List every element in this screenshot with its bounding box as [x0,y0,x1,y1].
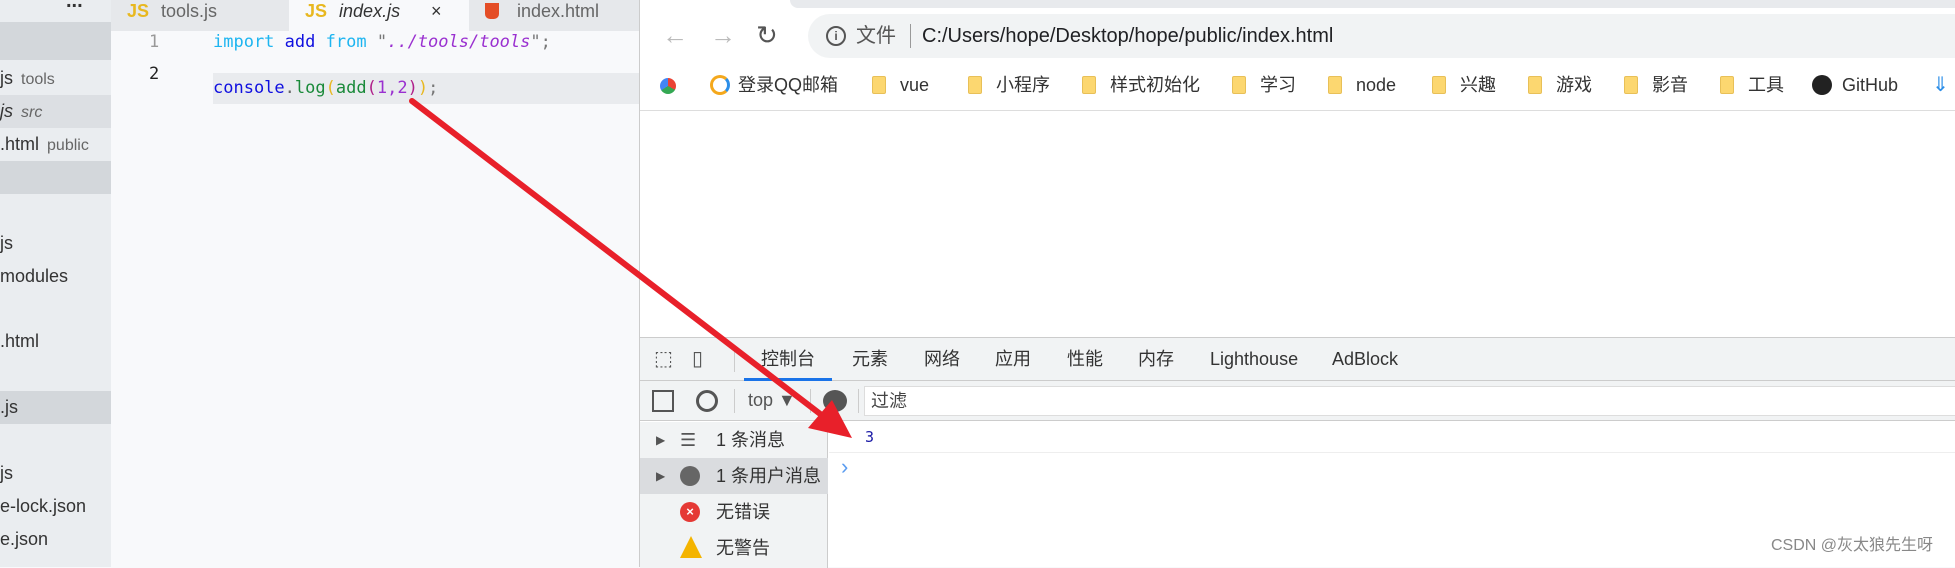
explorer-item[interactable]: .html public [0,128,111,161]
bookmark-folder[interactable]: 兴趣 [1432,68,1496,102]
explorer-item[interactable]: modules [0,260,111,293]
divider [910,24,911,48]
tab-strip [640,0,1955,8]
bookmark-folder[interactable]: 影音 [1624,68,1688,102]
folder-icon [872,76,886,94]
address-bar[interactable]: i 文件 C:/Users/hope/Desktop/hope/public/i… [808,14,1955,58]
bookmark-folder[interactable]: 小程序 [968,68,1050,102]
code-editor[interactable]: 1 2 import add from "../tools/tools"; co… [111,31,639,567]
device-toolbar-icon[interactable]: ▯ [692,338,703,381]
bookmark-overflow-icon[interactable]: ⇓ [1932,68,1949,102]
explorer-section-header[interactable] [0,161,111,194]
warning-icon [680,536,702,558]
bookmark-vue[interactable]: vue [872,68,929,102]
github-icon [1812,75,1832,95]
tab-performance[interactable]: 性能 [1067,338,1103,381]
tab-tools-js[interactable]: JS tools.js [111,0,289,31]
list-icon: ☰ [680,430,697,450]
back-button[interactable]: ← [662,20,688,51]
reload-button[interactable]: ↻ [756,20,778,51]
forward-button[interactable]: → [710,20,736,51]
browser-window: ← → ↻ i 文件 C:/Users/hope/Desktop/hope/pu… [639,0,1955,568]
explorer-item[interactable]: js src [0,95,111,128]
bookmark-qqmail[interactable]: 登录QQ邮箱 [710,68,838,102]
inspect-element-icon[interactable]: ⬚ [654,338,673,381]
context-selector[interactable]: top ▼ [748,390,796,411]
tab-network[interactable]: 网络 [924,338,960,381]
js-file-icon: JS [127,1,150,21]
devtools-tabs: ⬚ ▯ 控制台 元素 网络 应用 性能 内存 Lighthouse AdBloc… [640,338,1955,381]
url-text[interactable]: C:/Users/hope/Desktop/hope/public/index.… [922,14,1333,58]
bookmark-folder[interactable]: 游戏 [1528,68,1592,102]
explorer-item[interactable]: js tools [0,62,111,95]
line-number: 1 [149,32,160,52]
explorer-item[interactable]: .js [0,391,111,424]
bookmark-folder[interactable]: node [1328,68,1396,102]
clear-console-icon[interactable] [696,390,718,412]
console-sidebar: ▶ ☰ 1 条消息 ▶ 1 条用户消息 × 无错误 无警告 [640,422,828,568]
folder-icon [1082,76,1096,94]
live-expression-eye-icon[interactable] [823,390,847,412]
explorer-section-header[interactable] [0,22,111,60]
filter-input[interactable]: 过滤 [864,386,1955,416]
messages-filter[interactable]: ▶ ☰ 1 条消息 [640,422,828,458]
qqmail-icon [710,75,730,95]
explorer-item[interactable]: js [0,227,111,260]
html5-icon [485,3,499,19]
folder-icon [1720,76,1734,94]
bookmark-github[interactable]: GitHub [1812,68,1898,102]
more-actions-icon[interactable]: ... [66,0,83,13]
folder-icon [1624,76,1638,94]
user-icon [680,466,700,486]
explorer-item[interactable]: e.json [0,523,111,556]
folder-icon [1432,76,1446,94]
explorer-item[interactable]: js [0,457,111,490]
bookmark-folder[interactable]: 学习 [1232,68,1296,102]
bookmark-folder[interactable]: 工具 [1720,68,1784,102]
folder-icon [1328,76,1342,94]
file-explorer: js tools js src .html public js modules .ht… [0,0,111,567]
warnings-filter[interactable]: 无警告 [640,530,828,566]
close-icon[interactable]: × [431,0,442,22]
console-message: 3 [829,422,1955,453]
security-label: 文件 [856,25,896,47]
code-line: import add from "../tools/tools"; [213,32,551,52]
js-file-icon: JS [305,1,328,21]
sidebar-toggle-icon[interactable] [652,390,674,412]
explorer-item[interactable]: .html [0,325,111,358]
folder-icon [968,76,982,94]
code-line: console.log(add(1,2)); [213,78,439,98]
devtools-panel: ⬚ ▯ 控制台 元素 网络 应用 性能 内存 Lighthouse AdBloc… [640,337,1955,568]
errors-filter[interactable]: × 无错误 [640,494,828,530]
divider [640,110,1955,111]
bookmarks-bar: 登录QQ邮箱 vue 小程序 样式初始化 学习 node 兴趣 游戏 影音 工具… [640,68,1955,102]
tab-memory[interactable]: 内存 [1138,338,1174,381]
tab-console[interactable]: 控制台 [744,338,832,381]
explorer-item[interactable]: e-lock.json [0,490,111,523]
folder-icon [1528,76,1542,94]
watermark: CSDN @灰太狼先生呀 [1770,537,1933,554]
line-number: 2 [149,64,160,84]
tab-elements[interactable]: 元素 [852,338,888,381]
editor-tabs: JS tools.js JS index.js × index.html [111,0,639,31]
folder-icon [1232,76,1246,94]
tab-adblock[interactable]: AdBlock [1332,338,1398,381]
error-icon: × [680,502,700,522]
bookmark-folder[interactable]: 样式初始化 [1082,68,1200,102]
tab-index-html[interactable]: index.html [469,0,639,31]
apps-icon[interactable] [660,68,676,102]
tab-lighthouse[interactable]: Lighthouse [1210,338,1298,381]
console-toolbar: top ▼ 过滤 [640,381,1955,421]
navigation-bar: ← → ↻ i 文件 C:/Users/hope/Desktop/hope/pu… [640,14,1955,58]
tab-application[interactable]: 应用 [995,338,1031,381]
info-icon[interactable]: i [826,26,846,46]
console-prompt[interactable]: › [841,454,848,480]
tab-index-js[interactable]: JS index.js × [289,0,469,31]
user-messages-filter[interactable]: ▶ 1 条用户消息 [640,458,828,494]
